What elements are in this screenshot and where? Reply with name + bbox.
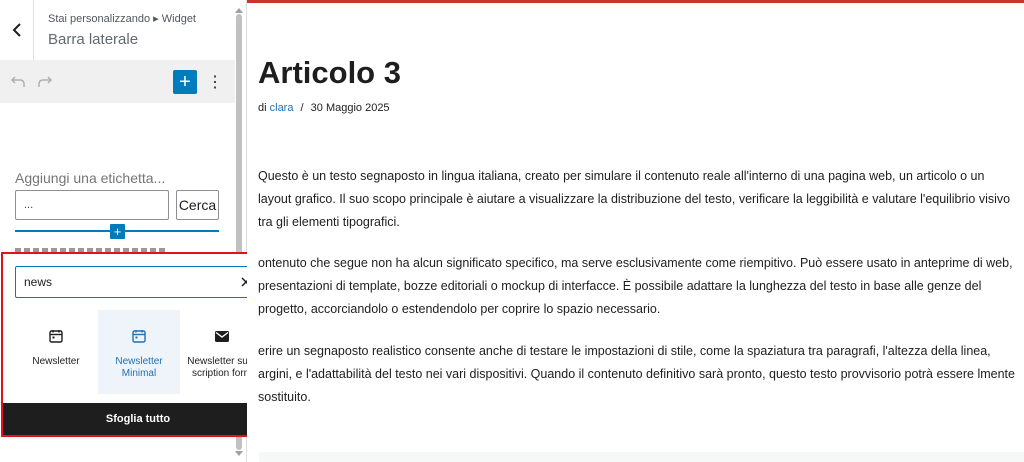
preview-top-bar xyxy=(247,0,1024,3)
post-date: 30 Maggio 2025 xyxy=(310,102,390,114)
panel-title: Barra laterale xyxy=(48,31,139,48)
vertical-ellipsis-icon: ⋮ xyxy=(207,74,223,91)
block-item-label: Newsletter Minimal xyxy=(115,356,163,379)
calendar-icon xyxy=(132,330,146,343)
block-search-input[interactable]: news xyxy=(15,266,262,298)
redo-icon xyxy=(38,76,53,87)
post-meta-by: di xyxy=(258,102,267,114)
search-widget-button[interactable]: Cerca xyxy=(176,190,219,220)
scroll-down-arrow-icon[interactable] xyxy=(235,451,243,456)
post-meta-separator: / xyxy=(300,102,304,114)
more-options-button[interactable]: ⋮ xyxy=(207,71,223,93)
breadcrumb: Stai personalizzando ▸ Widget xyxy=(48,13,196,25)
back-button[interactable] xyxy=(0,0,34,60)
site-preview: Articolo 3 di clara / 30 Maggio 2025 Que… xyxy=(247,0,1024,462)
post-meta: di clara / 30 Maggio 2025 xyxy=(258,102,390,114)
search-widget-label[interactable]: Aggiungi una etichetta... xyxy=(15,170,165,186)
plus-icon: + xyxy=(179,71,191,93)
block-item-newsletter-minimal[interactable]: Newsletter Minimal xyxy=(98,310,180,394)
redo-button[interactable] xyxy=(36,73,54,91)
post-paragraph: Questo è un testo segnaposto in lingua i… xyxy=(258,169,1011,229)
preview-footer-strip xyxy=(259,452,1024,462)
post-author-link[interactable]: clara xyxy=(270,102,294,114)
insert-block-button[interactable]: + xyxy=(110,224,125,239)
undo-button[interactable] xyxy=(9,73,27,91)
block-item-newsletter[interactable]: Newsletter xyxy=(15,310,97,394)
post-title[interactable]: Articolo 3 xyxy=(258,55,401,91)
add-block-button[interactable]: + xyxy=(173,70,197,94)
envelope-icon xyxy=(215,330,229,342)
calendar-icon xyxy=(49,330,63,343)
undo-icon xyxy=(10,76,25,87)
editor-toolbar xyxy=(0,60,235,103)
block-inserter-popover: news Newsletter Newsletter Minimal Newsl… xyxy=(1,252,275,437)
browse-all-button[interactable]: Sfoglia tutto xyxy=(3,403,273,435)
block-item-label: Newsletter xyxy=(32,356,80,367)
post-paragraph: ontenuto che segue non ha alcun signific… xyxy=(258,256,1013,316)
post-paragraph: erire un segnaposto realistico consente … xyxy=(258,344,1015,404)
chevron-left-icon xyxy=(12,23,21,37)
search-widget-input[interactable]: ... xyxy=(15,190,169,220)
scroll-up-arrow-icon[interactable] xyxy=(235,8,243,13)
sidebar-header: Stai personalizzando ▸ Widget Barra late… xyxy=(0,0,235,60)
